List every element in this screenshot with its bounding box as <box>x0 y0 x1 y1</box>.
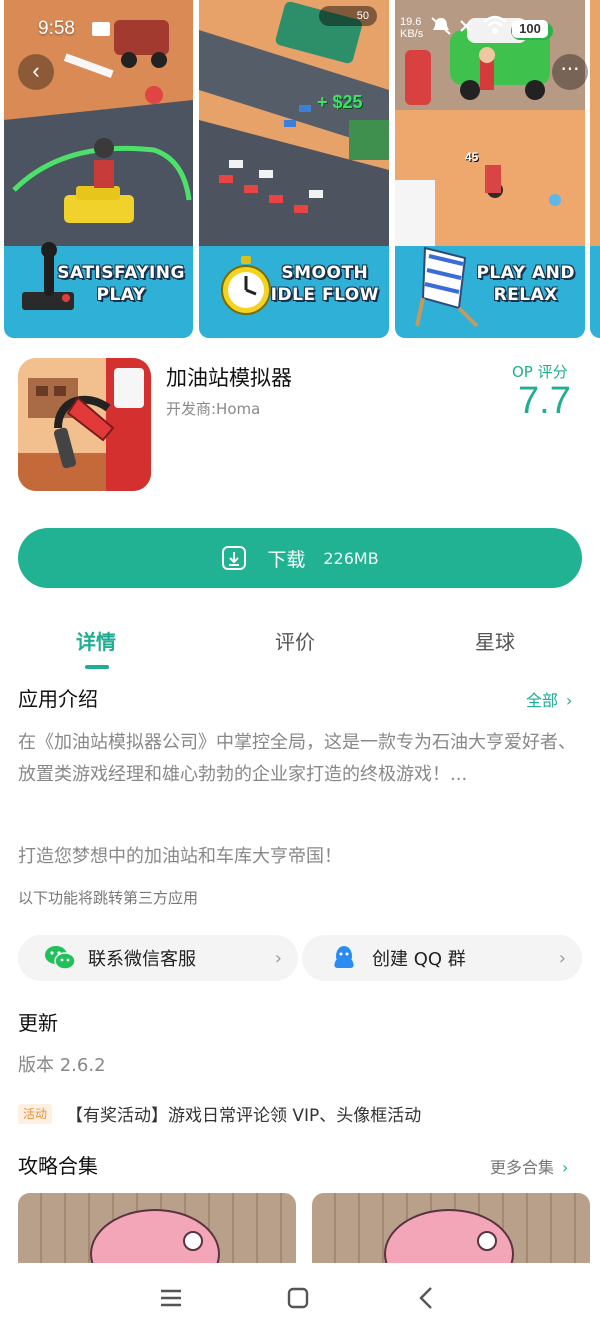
tab-reviews[interactable]: 评价 <box>275 626 315 655</box>
battery-indicator: 100 <box>512 20 548 38</box>
intro-all-link[interactable]: 全部 › <box>526 687 572 711</box>
guide-card-1-eye <box>183 1231 203 1251</box>
download-size: 226MB <box>323 548 379 568</box>
more-options-button[interactable]: ··· <box>552 54 588 90</box>
home-icon[interactable] <box>283 1283 313 1313</box>
network-speed: 19.6 KB/s <box>400 16 424 40</box>
money-gain: + $25 <box>317 92 363 112</box>
tab-details[interactable]: 详情 <box>76 626 116 655</box>
tab-planet[interactable]: 星球 <box>475 626 515 655</box>
system-navigation-bar <box>0 1263 600 1333</box>
chevron-right-icon: › <box>558 947 566 969</box>
more-guides-label: 更多合集 <box>490 1158 555 1177</box>
customer-timer: 45 <box>465 150 479 164</box>
guide-card-2[interactable] <box>312 1193 590 1273</box>
app-icon <box>18 358 151 491</box>
tab-active-indicator <box>85 665 109 669</box>
wifi-icon <box>483 15 507 34</box>
screenshot-2-scene <box>199 0 389 246</box>
create-qq-group-button[interactable]: 创建 QQ 群 › <box>302 935 582 981</box>
screenshot-3-caption: PLAY AND RELAX <box>476 263 575 305</box>
screenshot-1-scene <box>4 0 193 246</box>
guide-card-2-eye <box>477 1231 497 1251</box>
mute-icon <box>431 17 451 35</box>
status-time: 9:58 <box>38 18 75 39</box>
third-party-note: 以下功能将跳转第三方应用 <box>18 889 199 907</box>
screenshot-1[interactable]: SATISFAYING PLAY <box>4 0 193 338</box>
screenshot-4-peek[interactable] <box>590 0 600 338</box>
developer-name[interactable]: 开发商:Homa <box>166 398 260 419</box>
fuel-pump-artwork <box>18 358 151 491</box>
screenshot-3[interactable]: 100 45 PLAY AND RELAX <box>395 0 585 338</box>
menu-icon[interactable] <box>156 1283 186 1313</box>
screenshot-2-caption: SMOOTH IDLE FLOW <box>270 263 379 305</box>
qq-group-label: 创建 QQ 群 <box>372 949 466 970</box>
intro-description[interactable]: 在《加油站模拟器公司》中掌控全局，这是一款专为石油大亨爱好者、放置类游戏经理和雄… <box>18 727 584 791</box>
screenshot-1-caption: SATISFAYING PLAY <box>57 263 185 305</box>
download-label: 下载 <box>267 548 306 571</box>
intro-all-label: 全部 <box>526 691 559 710</box>
updates-title: 更新 <box>18 1011 58 1035</box>
qq-icon <box>334 946 354 968</box>
beach-chair-icon <box>415 246 479 328</box>
version-text: 版本 2.6.2 <box>18 1055 106 1076</box>
guides-title: 攻略合集 <box>18 1154 98 1178</box>
app-name: 加油站模拟器 <box>166 366 292 390</box>
back-button[interactable]: ‹ <box>18 54 54 90</box>
rating-score: 7.7 <box>518 380 571 422</box>
wechat-icon <box>45 946 76 970</box>
activity-badge: 活动 <box>18 1104 53 1124</box>
intro-title: 应用介绍 <box>18 687 98 711</box>
more-guides-link[interactable]: 更多合集 › <box>490 1154 568 1178</box>
coin-counter: 50 <box>319 6 377 26</box>
wechat-service-label: 联系微信客服 <box>88 949 196 970</box>
chevron-right-icon: › <box>274 947 282 969</box>
intro-tagline: 打造您梦想中的加油站和车库大亨帝国！ <box>18 846 342 867</box>
screenshot-3-scene <box>395 0 585 246</box>
wechat-service-button[interactable]: 联系微信客服 › <box>18 935 298 981</box>
stopwatch-icon <box>221 256 271 315</box>
guide-card-1[interactable] <box>18 1193 296 1273</box>
activity-link[interactable]: 【有奖活动】游戏日常评论领 VIP、头像框活动 <box>66 1101 421 1126</box>
notification-icon <box>92 22 110 36</box>
back-nav-icon[interactable] <box>412 1283 442 1313</box>
download-button[interactable]: 下载 226MB <box>18 528 582 588</box>
rating-label: OP 评分 <box>512 363 568 381</box>
chevron-right-icon: › <box>566 691 573 710</box>
chevron-right-icon: › <box>562 1158 569 1177</box>
close-small-icon <box>460 20 472 32</box>
download-icon <box>222 546 247 570</box>
screenshot-gallery[interactable]: SATISFAYING PLAY 50 + $25 SMOOTH IDLE FL… <box>0 0 600 338</box>
screenshot-2[interactable]: 50 + $25 SMOOTH IDLE FLOW <box>199 0 389 338</box>
